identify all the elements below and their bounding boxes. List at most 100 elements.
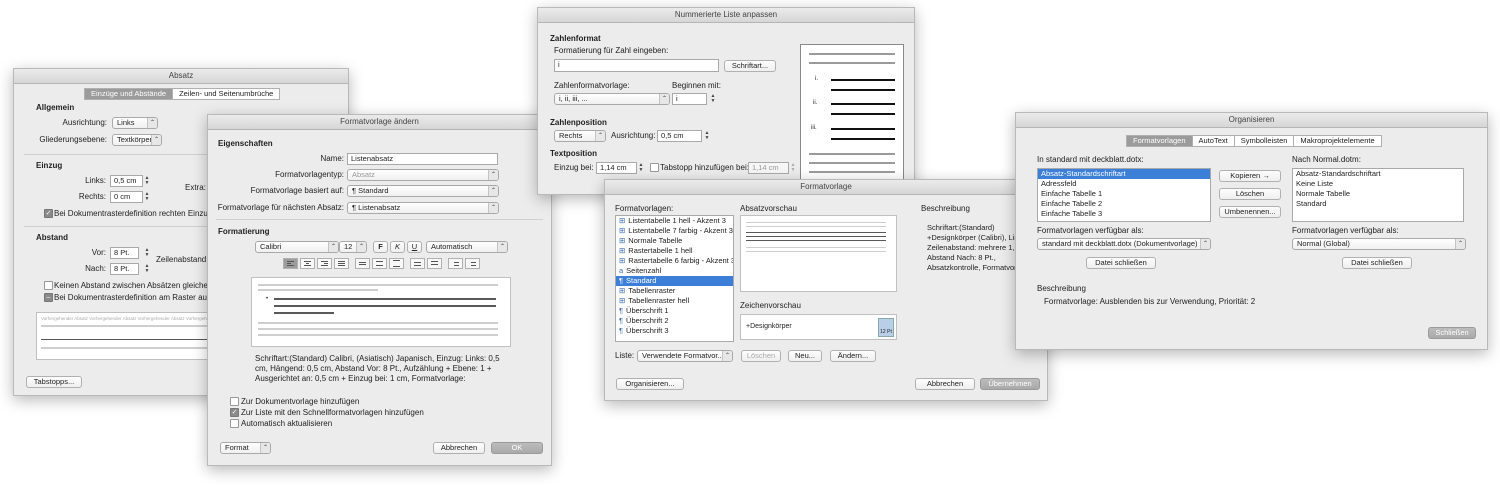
bold-button[interactable]: F [373,241,388,253]
name-input[interactable]: Listenabsatz [347,153,498,165]
kopieren-button[interactable]: Kopieren → [1219,170,1281,182]
basiert-popup[interactable]: ¶ Standard ⌃ [347,185,499,197]
vorlage-popup[interactable]: i, ii, iii, ... ⌃ [554,93,670,105]
list-item[interactable]: Einfache Tabelle 2 [1038,199,1210,209]
list-item[interactable]: Standard [1293,199,1463,209]
align-center-icon[interactable] [300,258,315,269]
line-spacing-single-icon[interactable] [355,258,370,269]
list-item[interactable]: Einfache Tabelle 1 [1038,189,1210,199]
ok-button[interactable]: OK [491,442,543,454]
tab-autotext[interactable]: AutoText [1191,135,1235,147]
vor-input[interactable]: 8 Pt. [110,247,139,259]
style-list-item[interactable]: ⊞ Tabellenraster hell [616,296,733,306]
underline-button[interactable]: U [407,241,422,253]
tabstopp-input[interactable]: 1,14 cm [748,162,789,174]
style-list-item[interactable]: ⊞ Normale Tabelle [616,236,733,246]
raster-rechts-checkbox[interactable]: ✓ [44,209,53,218]
abbrechen-button[interactable]: Abbrechen [433,442,485,454]
style-list-item[interactable]: ⊞ Rastertabelle 6 farbig - Akzent 3 [616,256,733,266]
style-list-item[interactable]: ¶ Überschrift 1 [616,306,733,316]
nach-input[interactable]: 8 Pt. [110,263,139,275]
zur-vorlage-checkbox[interactable] [230,397,239,406]
beginnen-input[interactable]: i [672,93,707,105]
ausrichtung-popup[interactable]: Links ⌃ [112,117,158,129]
right-styles-list[interactable]: Absatz-Standardschriftart Keine Liste Norm… [1292,168,1464,222]
indent-decrease-icon[interactable] [448,258,463,269]
zur-liste-checkbox[interactable]: ✓ [230,408,239,417]
beginnen-stepper[interactable]: ▲ ▼ [710,94,716,104]
right-datei-schliessen-button[interactable]: Datei schließen [1342,257,1412,269]
formatierung-input[interactable]: i [554,59,719,72]
loeschen-button[interactable]: Löschen [1219,188,1281,200]
schriftart-button[interactable]: Schriftart... [724,60,776,72]
right-verfuegbar-popup[interactable]: Normal (Global) ⌃ [1292,238,1466,250]
links-input[interactable]: 0,5 cm [110,175,143,187]
left-styles-list[interactable]: Absatz-Standardschriftart Adressfeld Einfa… [1037,168,1211,222]
nach-stepper[interactable]: ▲ ▼ [144,264,150,274]
list-item[interactable]: Normale Tabelle [1293,189,1463,199]
name-label: Name: [320,154,344,163]
tab-formatvorlagen[interactable]: Formatvorlagen [1126,135,1193,147]
tabstopp-checkbox[interactable] [650,163,659,172]
style-list-item[interactable]: ⊞ Tabellenraster [616,286,733,296]
size-popup[interactable]: 12 ⌃ [339,241,367,253]
list-item[interactable]: Keine Liste [1293,179,1463,189]
style-list-item[interactable]: ¶ Überschrift 3 [616,326,733,336]
vor-stepper[interactable]: ▲ ▼ [144,248,150,258]
font-popup[interactable]: Calibri ⌃ [255,241,339,253]
space-after-icon[interactable] [427,258,442,269]
organisieren-button[interactable]: Organisieren... [616,378,684,390]
uebernehmen-button[interactable]: Übernehmen [980,378,1040,390]
align-justify-icon[interactable] [334,258,349,269]
tab-einzuege[interactable]: Einzüge und Abstände [84,88,174,100]
style-list-item[interactable]: ¶ Überschrift 2 [616,316,733,326]
einzug-stepper[interactable]: ▲ ▼ [638,163,644,173]
left-verfuegbar-popup[interactable]: standard mit deckblatt.dotx (Dokumentvor… [1037,238,1211,250]
style-list-item[interactable]: ¶ Standard [616,276,733,286]
raster-ausrichten-checkbox[interactable]: – [44,293,53,302]
ausrichtung-stepper[interactable]: ▲ ▼ [704,131,710,141]
tabstopps-button[interactable]: Tabstopps... [26,376,82,388]
abbrechen-button[interactable]: Abbrechen [915,378,975,390]
styles-list[interactable]: ⊞ Listentabelle 1 hell - Akzent 3 ⊞ Listent… [615,215,734,342]
gliederung-popup[interactable]: Textkörper ⌃ [112,134,162,146]
kein-abstand-checkbox[interactable] [44,281,53,290]
tabstopp-stepper[interactable]: ▲ ▼ [790,163,796,173]
style-list-item[interactable]: ⊞ Rastertabelle 1 hell [616,246,733,256]
ausrichtung-input[interactable]: 0,5 cm [657,130,702,142]
tab-symbolleisten[interactable]: Symbolleisten [1233,135,1295,147]
list-item[interactable]: Einfache Tabelle 3 [1038,209,1210,219]
neu-button[interactable]: Neu... [788,350,822,362]
left-datei-schliessen-button[interactable]: Datei schließen [1086,257,1156,269]
auto-aktual-checkbox[interactable] [230,419,239,428]
line-spacing-onehalf-icon[interactable] [372,258,387,269]
links-stepper[interactable]: ▲ ▼ [144,176,150,186]
style-list-item[interactable]: ⊞ Listentabelle 1 hell - Akzent 3 [616,216,733,226]
list-item[interactable]: Absatz-Standardschriftart [1293,169,1463,179]
schliessen-button[interactable]: Schließen [1428,327,1476,339]
italic-button[interactable]: K [390,241,405,253]
position-popup[interactable]: Rechts ⌃ [554,130,606,142]
umbenennen-button[interactable]: Umbenennen... [1219,206,1281,218]
typ-popup[interactable]: Absatz ⌃ [347,169,499,181]
rechts-input[interactable]: 0 cm [110,191,143,203]
aendern-button[interactable]: Ändern... [830,350,876,362]
indent-increase-icon[interactable] [465,258,480,269]
color-popup[interactable]: Automatisch ⌃ [426,241,508,253]
space-before-icon[interactable] [410,258,425,269]
line-spacing-double-icon[interactable] [389,258,404,269]
rechts-stepper[interactable]: ▲ ▼ [144,192,150,202]
format-popup[interactable]: Format ⌃ [220,442,271,454]
list-item[interactable]: Absatz-Standardschriftart [1038,169,1210,179]
liste-popup[interactable]: Verwendete Formatvor... ⌃ [637,350,733,362]
tab-makroprojektelemente[interactable]: Makroprojektelemente [1293,135,1382,147]
loeschen-button[interactable]: Löschen [741,350,781,362]
einzug-input[interactable]: 1,14 cm [596,162,637,174]
align-left-icon[interactable] [283,258,298,269]
list-item[interactable]: Adressfeld [1038,179,1210,189]
tab-umbrueche[interactable]: Zeilen- und Seitenumbrüche [172,88,281,100]
align-right-icon[interactable] [317,258,332,269]
style-list-item[interactable]: ⊞ Listentabelle 7 farbig - Akzent 3 [616,226,733,236]
style-list-item[interactable]: a Seitenzahl [616,266,733,276]
naechster-popup[interactable]: ¶ Listenabsatz ⌃ [347,202,499,214]
